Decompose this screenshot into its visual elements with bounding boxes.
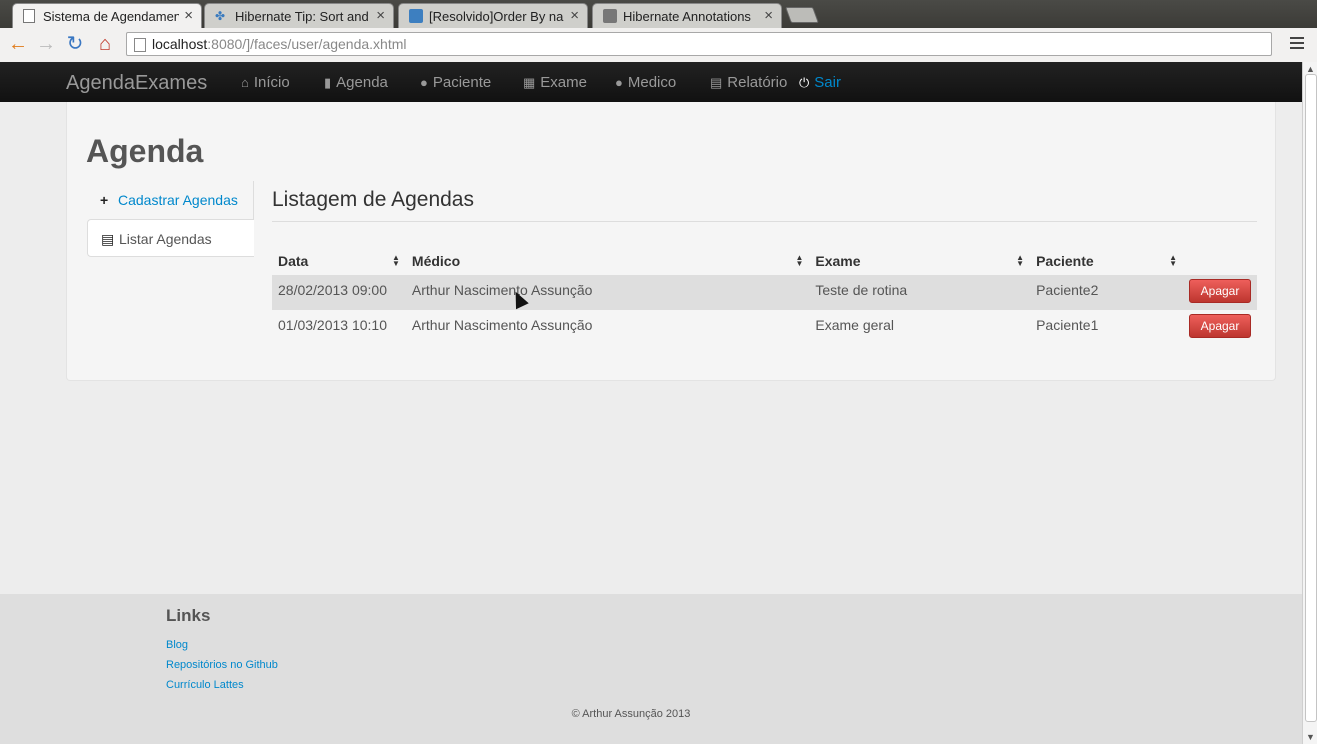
browser-tab[interactable]: [Resolvido]Order By na a × <box>398 3 588 28</box>
url-path: :8080/]/faces/user/agenda.xhtml <box>207 36 407 52</box>
cell-paciente: Paciente2 <box>1030 275 1183 310</box>
browser-menu-icon[interactable] <box>1290 37 1304 52</box>
side-nav-label: Cadastrar Agendas <box>118 192 238 208</box>
close-tab-icon[interactable]: × <box>570 7 579 24</box>
browser-tab[interactable]: Hibernate Annotations × <box>592 3 782 28</box>
cell-medico: Arthur Nascimento Assunção <box>411 317 593 333</box>
calendar-icon: ▦ <box>523 75 536 90</box>
divider <box>272 221 1257 222</box>
reload-icon[interactable]: ↻ <box>63 32 87 56</box>
guj-favicon-icon <box>409 9 423 23</box>
browser-tab[interactable]: Sistema de Agendamento × <box>12 3 202 28</box>
home-icon: ⌂ <box>241 75 249 90</box>
nav-item-inicio[interactable]: ⌂ Início <box>241 74 290 91</box>
table-header-row: Data ▲ ▼ Médico ▲ ▼ Exame ▲ ▼ Paciente ▲ ▼ <box>272 247 1257 275</box>
page-title: Agenda <box>86 133 204 169</box>
back-arrow-icon[interactable]: ← <box>6 32 30 56</box>
nav-label: Sair <box>814 74 841 91</box>
forward-arrow-icon[interactable]: → <box>34 32 58 56</box>
cell-actions: Apagar <box>1183 275 1257 310</box>
nav-item-paciente[interactable]: ● Paciente <box>420 74 491 91</box>
delete-button[interactable]: Apagar <box>1189 279 1251 303</box>
nav-item-exame[interactable]: ▦ Exame <box>523 74 587 91</box>
page-icon <box>23 9 35 23</box>
list-icon: ▤ <box>101 231 115 247</box>
scroll-down-icon[interactable]: ▼ <box>1306 732 1315 742</box>
nav-item-medico[interactable]: ● Medico <box>615 74 676 91</box>
page-viewport: AgendaExames ⌂ Início ▮ Agenda ● Paciente ▦… <box>0 62 1302 744</box>
vertical-scrollbar[interactable]: ▲ ▼ <box>1302 62 1317 744</box>
tab-title: [Resolvido]Order By na a <box>429 9 565 24</box>
nav-label: Início <box>253 74 290 91</box>
side-nav-listar[interactable]: ▤ Listar Agendas <box>87 219 254 257</box>
nav-item-relatorio[interactable]: ▤ Relatório <box>710 74 787 91</box>
footer-link-github[interactable]: Repositórios no Github <box>166 659 278 671</box>
power-icon: ⏻ <box>799 75 810 90</box>
cell-data: 28/02/2013 09:00 <box>272 275 406 310</box>
top-navbar: AgendaExames ⌂ Início ▮ Agenda ● Paciente ▦… <box>0 62 1302 102</box>
sort-icon: ▲ ▼ <box>795 253 804 268</box>
table-row[interactable]: 28/02/2013 09:00 Arthur Nascimento Assun… <box>272 275 1257 310</box>
footer-link-blog[interactable]: Blog <box>166 639 188 651</box>
address-bar[interactable]: localhost:8080/]/faces/user/agenda.xhtml <box>126 32 1272 56</box>
url-host: localhost <box>152 36 208 52</box>
nav-item-sair[interactable]: ⏻ Sair <box>799 74 841 91</box>
scroll-up-icon[interactable]: ▲ <box>1306 64 1315 74</box>
cell-medico: Arthur Nascimento Assunção <box>405 275 810 310</box>
nav-label: Exame <box>540 74 587 91</box>
content-panel: Agenda + Cadastrar Agendas ▤ Listar Agen… <box>66 102 1276 381</box>
tab-title: Hibernate Annotations <box>623 9 751 24</box>
list-icon: ▤ <box>710 75 723 90</box>
nav-item-agenda[interactable]: ▮ Agenda <box>324 74 388 91</box>
cell-paciente: Paciente1 <box>1036 317 1099 333</box>
page-footer: Links Blog Repositórios no Github Curríc… <box>0 594 1302 744</box>
book-icon: ▮ <box>324 75 332 90</box>
cell-actions: Apagar <box>1183 310 1257 345</box>
cell-exame: Exame geral <box>815 317 894 333</box>
jboss-favicon-icon <box>603 9 617 23</box>
nav-label: Relatório <box>727 74 788 91</box>
table-row[interactable]: 01/03/2013 10:10 Arthur Nascimento Assun… <box>272 310 1257 345</box>
close-tab-icon[interactable]: × <box>184 7 193 24</box>
column-header-medico[interactable]: Médico ▲ ▼ <box>406 247 809 275</box>
delete-button[interactable]: Apagar <box>1189 314 1251 338</box>
brand-link[interactable]: AgendaExames <box>66 72 207 95</box>
footer-links-heading: Links <box>166 606 211 625</box>
browser-tab-strip: Sistema de Agendamento × ✤ Hibernate Tip… <box>0 0 1317 28</box>
tab-title: Sistema de Agendamento <box>43 9 179 24</box>
column-header-exame[interactable]: Exame ▲ ▼ <box>809 247 1030 275</box>
user-icon: ● <box>420 75 428 90</box>
cell-exame: Teste de rotina <box>809 275 1031 310</box>
user-icon: ● <box>615 75 623 90</box>
close-tab-icon[interactable]: × <box>764 7 773 24</box>
tab-title: Hibernate Tip: Sort and O <box>235 9 371 24</box>
column-header-paciente[interactable]: Paciente ▲ ▼ <box>1030 247 1183 275</box>
sort-icon: ▲ ▼ <box>1016 253 1025 268</box>
cell-data: 01/03/2013 10:10 <box>278 317 387 333</box>
close-tab-icon[interactable]: × <box>376 7 385 24</box>
agenda-table: Data ▲ ▼ Médico ▲ ▼ Exame ▲ ▼ Paciente ▲ ▼ 28/02… <box>272 247 1257 345</box>
sort-icon: ▲ ▼ <box>391 253 400 268</box>
new-tab-button[interactable] <box>785 7 819 23</box>
sort-icon: ▲ ▼ <box>1169 253 1177 268</box>
nav-label: Paciente <box>432 74 492 91</box>
list-heading: Listagem de Agendas <box>272 188 474 211</box>
footer-link-lattes[interactable]: Currículo Lattes <box>166 679 244 691</box>
hibernate-favicon-icon: ✤ <box>215 9 226 23</box>
column-header-actions <box>1183 247 1257 275</box>
column-header-data[interactable]: Data ▲ ▼ <box>272 247 406 275</box>
scrollbar-thumb[interactable] <box>1305 74 1317 722</box>
nav-label: Agenda <box>336 74 388 91</box>
side-nav-label: Listar Agendas <box>119 231 212 247</box>
browser-tab[interactable]: ✤ Hibernate Tip: Sort and O × <box>204 3 394 28</box>
plus-icon: + <box>100 192 109 208</box>
nav-label: Medico <box>627 74 677 91</box>
browser-toolbar: ← → ↻ ⌂ localhost:8080/]/faces/user/agen… <box>0 28 1317 63</box>
copyright: © Arthur Assunção 2013 <box>571 708 691 720</box>
side-nav: + Cadastrar Agendas ▤ Listar Agendas <box>87 181 254 257</box>
side-nav-cadastrar[interactable]: + Cadastrar Agendas <box>87 181 254 219</box>
home-icon[interactable]: ⌂ <box>93 32 117 56</box>
page-icon <box>134 38 146 52</box>
